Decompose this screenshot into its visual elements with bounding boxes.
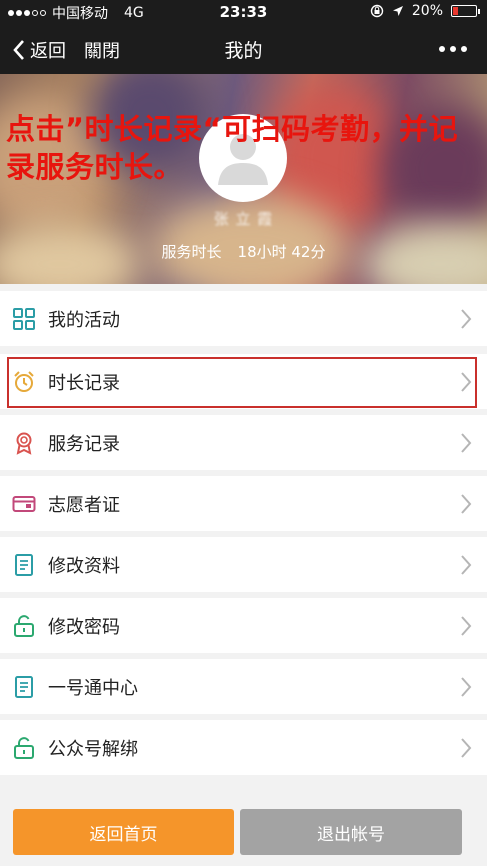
battery-icon: [451, 5, 480, 17]
id-card-icon: [12, 496, 36, 512]
menu-item-label: 服务记录: [48, 434, 120, 455]
profile-header: 张 立 霞 服务时长 18小时 42分 点击”时长记录“可扫码考勤，并记录服务时长…: [0, 74, 487, 284]
highlight-box: [7, 357, 477, 408]
location-arrow-icon: [392, 6, 403, 16]
menu-item-label: 修改密码: [48, 617, 120, 638]
document-icon: [15, 676, 33, 698]
nav-bar: 返回 關閉 我的: [0, 24, 487, 74]
annotation-overlay-text: 点击”时长记录“可扫码考勤，并记录服务时长。: [6, 112, 459, 184]
menu-item-label: 我的活动: [48, 310, 120, 331]
chevron-right-icon: [461, 677, 472, 697]
menu-item-label: 修改资料: [48, 556, 120, 577]
chevron-right-icon: [461, 309, 472, 329]
service-hours-label: 服务时长: [161, 243, 222, 261]
menu-item-one-account-center[interactable]: 一号通中心: [0, 659, 487, 714]
menu-item-label: 志愿者证: [48, 495, 120, 516]
menu-item-my-activities[interactable]: 我的活动: [0, 291, 487, 346]
menu-item-label: 公众号解绑: [48, 739, 138, 760]
more-options-icon[interactable]: [439, 46, 467, 52]
logout-button[interactable]: 退出帐号: [240, 809, 462, 855]
status-bar: 中国移动 4G 23:33 20%: [0, 0, 487, 24]
username: 张 立 霞: [213, 210, 274, 228]
menu-item-edit-profile[interactable]: 修改资料: [0, 537, 487, 592]
chevron-right-icon: [461, 433, 472, 453]
chevron-right-icon: [461, 616, 472, 636]
award-ribbon-icon: [16, 432, 32, 455]
chevron-right-icon: [461, 494, 472, 514]
unlock-icon: [14, 615, 34, 637]
status-right: 20%: [370, 3, 480, 19]
chevron-right-icon: [461, 738, 472, 758]
grid-icon: [13, 308, 35, 330]
menu-item-label: 一号通中心: [48, 678, 138, 699]
back-to-home-button[interactable]: 返回首页: [13, 809, 234, 855]
page-title: 我的: [224, 40, 263, 62]
service-hours: 服务时长 18小时 42分: [0, 241, 487, 262]
battery-percent: 20%: [411, 3, 443, 19]
menu-item-change-password[interactable]: 修改密码: [0, 598, 487, 653]
unlock-icon: [14, 737, 34, 759]
service-hours-value: 18小时 42分: [237, 243, 326, 261]
menu-item-unbind-official-account[interactable]: 公众号解绑: [0, 720, 487, 775]
document-icon: [15, 554, 33, 576]
chevron-right-icon: [461, 555, 472, 575]
rotation-lock-icon: [370, 4, 384, 18]
menu-item-volunteer-card[interactable]: 志愿者证: [0, 476, 487, 531]
menu-item-service-records[interactable]: 服务记录: [0, 415, 487, 470]
